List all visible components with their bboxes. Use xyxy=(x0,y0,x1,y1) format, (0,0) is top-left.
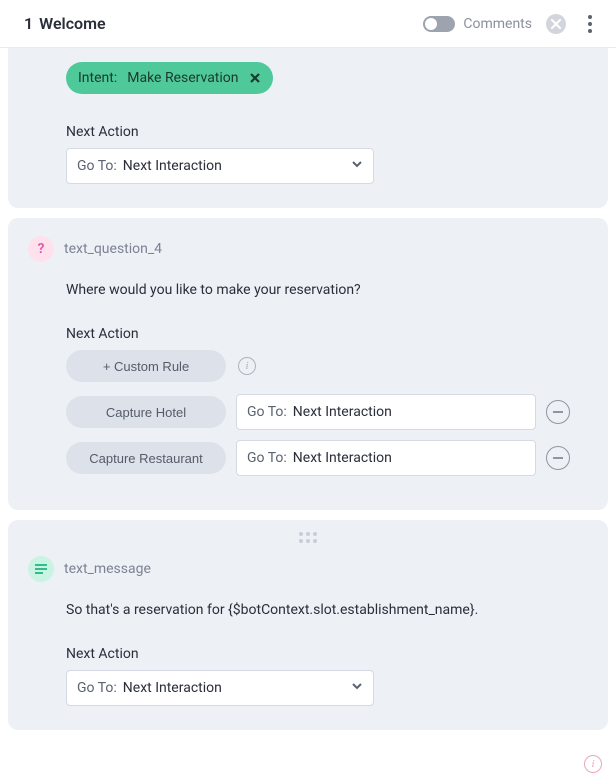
question-node-icon: ? xyxy=(28,236,54,262)
intent-chip[interactable]: Intent: Make Reservation xyxy=(66,62,273,94)
select-value: Next Interaction xyxy=(293,450,392,466)
select-value: Next Interaction xyxy=(123,158,222,174)
close-button[interactable] xyxy=(546,14,566,34)
node-card-intent: Intent: Make Reservation Next Action Go … xyxy=(8,48,608,208)
capture-button[interactable]: Capture Hotel xyxy=(66,396,226,428)
capture-button[interactable]: Capture Restaurant xyxy=(66,442,226,474)
node-name: text_message xyxy=(64,561,151,577)
page-info-icon[interactable]: i xyxy=(584,755,602,773)
chevron-down-icon xyxy=(351,158,363,174)
select-prefix: Go To: xyxy=(77,158,117,174)
intent-chip-remove[interactable] xyxy=(249,72,261,84)
next-action-label: Next Action xyxy=(66,326,588,342)
node-card-message: text_message So that's a reservation for… xyxy=(8,520,608,730)
select-prefix: Go To: xyxy=(247,450,287,466)
node-card-question: ? text_question_4 Where would you like t… xyxy=(8,218,608,510)
question-text: Where would you like to make your reserv… xyxy=(66,282,588,298)
comments-toggle-group: Comments xyxy=(423,16,532,32)
select-prefix: Go To: xyxy=(247,404,287,420)
comments-toggle-label: Comments xyxy=(463,16,532,32)
next-action-select[interactable]: Go To: Next Interaction xyxy=(66,670,374,706)
more-menu-button[interactable] xyxy=(580,11,600,37)
dialog-index: 1 xyxy=(24,14,33,33)
select-value: Next Interaction xyxy=(293,404,392,420)
rule-goto-select[interactable]: Go To: Next Interaction xyxy=(236,440,536,476)
select-value: Next Interaction xyxy=(123,680,222,696)
text-lines-icon xyxy=(34,564,48,574)
minus-icon xyxy=(553,411,563,413)
drag-handle[interactable] xyxy=(299,532,317,543)
message-text: So that's a reservation for {$botContext… xyxy=(66,602,588,618)
chevron-down-icon xyxy=(351,680,363,696)
intent-chip-value: Make Reservation xyxy=(127,70,238,86)
node-name: text_question_4 xyxy=(64,241,162,257)
dialog-header: 1 Welcome Comments xyxy=(0,0,616,48)
rule-goto-select[interactable]: Go To: Next Interaction xyxy=(236,394,536,430)
next-action-label: Next Action xyxy=(66,124,588,140)
comments-toggle[interactable] xyxy=(423,16,455,32)
intent-chip-label: Intent: xyxy=(78,70,117,86)
minus-icon xyxy=(553,457,563,459)
next-action-select[interactable]: Go To: Next Interaction xyxy=(66,148,374,184)
select-prefix: Go To: xyxy=(77,680,117,696)
close-icon xyxy=(551,19,561,29)
remove-rule-button[interactable] xyxy=(546,446,570,470)
rule-row: Capture Hotel Go To: Next Interaction xyxy=(66,394,588,430)
message-node-icon xyxy=(28,556,54,582)
toggle-knob xyxy=(425,18,437,30)
rule-row: Capture Restaurant Go To: Next Interacti… xyxy=(66,440,588,476)
question-mark-icon: ? xyxy=(38,241,45,257)
info-icon[interactable]: i xyxy=(238,357,256,375)
next-action-label: Next Action xyxy=(66,646,588,662)
close-icon xyxy=(249,72,261,84)
dialog-title: Welcome xyxy=(39,14,105,33)
add-custom-rule-button[interactable]: + Custom Rule xyxy=(66,350,226,382)
remove-rule-button[interactable] xyxy=(546,400,570,424)
